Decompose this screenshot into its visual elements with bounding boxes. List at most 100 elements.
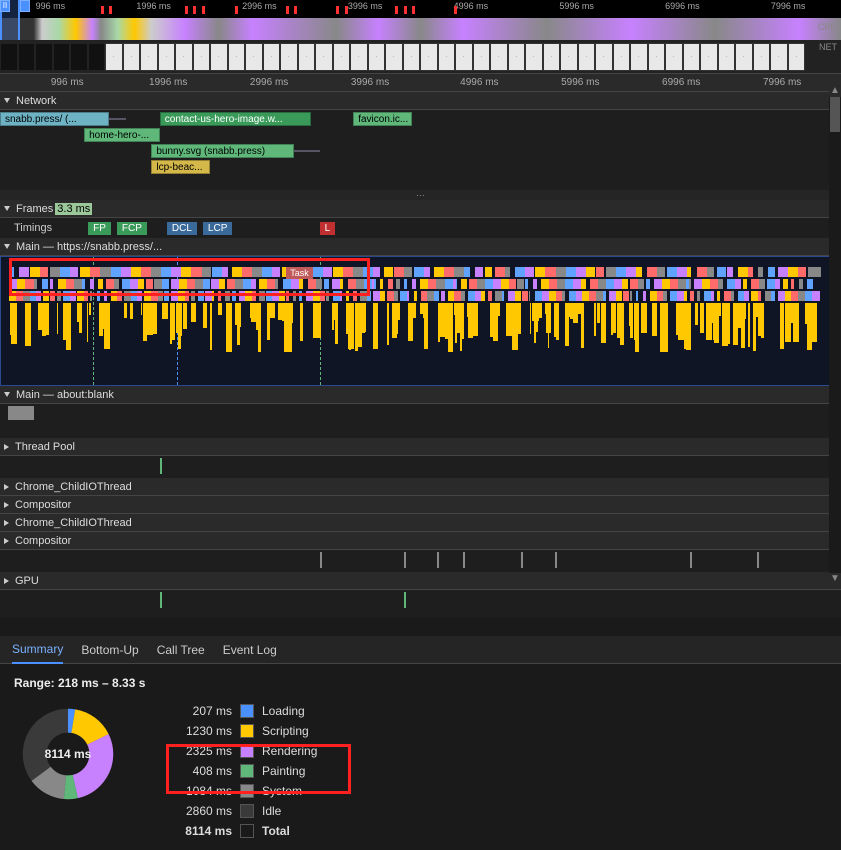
timing-badge-lcp[interactable]: LCP bbox=[203, 222, 232, 235]
frame-thumbnail[interactable]: · bbox=[210, 43, 228, 71]
timing-badge-fp[interactable]: FP bbox=[88, 222, 111, 235]
legend-row-scripting[interactable]: 1230 msScripting bbox=[176, 724, 317, 738]
frame-thumbnail[interactable]: · bbox=[508, 43, 526, 71]
section-header-frames[interactable]: Frames 3.3 ms bbox=[0, 200, 841, 218]
long-task-markers bbox=[0, 6, 841, 10]
frame-thumbnail[interactable]: · bbox=[315, 43, 333, 71]
chevron-down-icon bbox=[4, 244, 10, 249]
network-bar[interactable]: home-hero-... bbox=[84, 128, 160, 142]
summary-panel: Range: 218 ms – 8.33 s 8114 ms 207 msLoa… bbox=[0, 664, 841, 850]
range-handle-left[interactable]: II bbox=[0, 0, 10, 12]
frame-thumbnail[interactable]: · bbox=[613, 43, 631, 71]
track-compositor-2[interactable] bbox=[0, 550, 841, 572]
track-main-blank[interactable] bbox=[0, 404, 841, 438]
frame-thumbnail[interactable]: · bbox=[385, 43, 403, 71]
summary-tabs: Summary Bottom-Up Call Tree Event Log bbox=[0, 636, 841, 664]
tab-event-log[interactable]: Event Log bbox=[223, 637, 277, 663]
scroll-arrow-up-icon[interactable]: ▲ bbox=[829, 85, 841, 97]
frame-thumbnail[interactable]: · bbox=[648, 43, 666, 71]
timing-badge-l[interactable]: L bbox=[320, 222, 336, 235]
net-label: NET bbox=[819, 42, 837, 52]
frame-thumbnail[interactable]: · bbox=[175, 43, 193, 71]
frame-thumbnail[interactable]: · bbox=[263, 43, 281, 71]
section-header-network[interactable]: Network bbox=[0, 92, 841, 110]
track-resizer[interactable]: ⋯ bbox=[0, 190, 841, 200]
frame-thumbnail[interactable]: · bbox=[560, 43, 578, 71]
frame-thumbnail[interactable]: · bbox=[245, 43, 263, 71]
scrollbar-thumb[interactable] bbox=[830, 97, 840, 132]
legend-row-total: 8114 msTotal bbox=[176, 824, 317, 838]
frame-thumbnail[interactable]: · bbox=[473, 43, 491, 71]
frame-thumbnail[interactable]: · bbox=[578, 43, 596, 71]
chevron-right-icon bbox=[4, 444, 9, 450]
section-header-child-io-1[interactable]: Chrome_ChildIOThread bbox=[0, 478, 841, 496]
frame-thumbnail[interactable]: · bbox=[735, 43, 753, 71]
timing-badge-dcl[interactable]: DCL bbox=[167, 222, 197, 235]
network-bar[interactable]: bunny.svg (snabb.press) bbox=[151, 144, 294, 158]
frame-thumbnail[interactable]: · bbox=[140, 43, 158, 71]
frame-thumbnail[interactable]: · bbox=[158, 43, 176, 71]
time-ruler: 996 ms 1996 ms 2996 ms 3996 ms 4996 ms 5… bbox=[0, 74, 841, 92]
tab-bottom-up[interactable]: Bottom-Up bbox=[81, 637, 138, 663]
frame-thumbnail[interactable]: · bbox=[333, 43, 351, 71]
chevron-right-icon bbox=[4, 520, 9, 526]
frame-thumbnail[interactable]: · bbox=[770, 43, 788, 71]
frame-thumbnail[interactable]: · bbox=[788, 43, 806, 71]
cpu-label: CPU bbox=[818, 22, 837, 32]
network-bar[interactable]: snabb.press/ (... bbox=[0, 112, 109, 126]
section-header-child-io-2[interactable]: Chrome_ChildIOThread bbox=[0, 514, 841, 532]
timing-badge-fcp[interactable]: FCP bbox=[117, 222, 147, 235]
chevron-down-icon bbox=[4, 98, 10, 103]
section-header-main[interactable]: Main — https://snabb.press/... bbox=[0, 238, 841, 256]
frame-thumbnail[interactable]: · bbox=[718, 43, 736, 71]
frame-thumbnail[interactable]: · bbox=[543, 43, 561, 71]
network-track[interactable]: snabb.press/ (... contact-us-hero-image.… bbox=[0, 110, 841, 190]
frame-thumbnail[interactable]: · bbox=[403, 43, 421, 71]
frame-thumbnail[interactable]: · bbox=[105, 43, 123, 71]
network-bar[interactable]: lcp-beac... bbox=[151, 160, 210, 174]
frame-thumbnail[interactable]: · bbox=[368, 43, 386, 71]
chevron-right-icon bbox=[4, 538, 9, 544]
track-gpu[interactable] bbox=[0, 590, 841, 618]
range-handle-right[interactable] bbox=[20, 0, 30, 12]
section-header-compositor-1[interactable]: Compositor bbox=[0, 496, 841, 514]
frame-thumbnail[interactable]: · bbox=[350, 43, 368, 71]
frame-thumbnail[interactable]: · bbox=[595, 43, 613, 71]
section-header-main-blank[interactable]: Main — about:blank bbox=[0, 386, 841, 404]
frame-thumbnail[interactable]: · bbox=[280, 43, 298, 71]
frame-thumbnail[interactable]: · bbox=[525, 43, 543, 71]
tab-call-tree[interactable]: Call Tree bbox=[157, 637, 205, 663]
range-text: Range: 218 ms – 8.33 s bbox=[14, 676, 827, 690]
main-thread-flame[interactable]: const cols=["b","p","","r","gr"]; for(le… bbox=[0, 256, 841, 386]
scrollbar[interactable]: ▲ ▼ bbox=[829, 85, 841, 585]
track-thread-pool[interactable] bbox=[0, 456, 841, 478]
frames-filmstrip[interactable]: for(let i=0;i<40;i++)document.write('<di… bbox=[0, 40, 841, 74]
legend-row-idle[interactable]: 2860 msIdle bbox=[176, 804, 317, 818]
frame-thumbnail[interactable]: · bbox=[123, 43, 141, 71]
chevron-right-icon bbox=[4, 578, 9, 584]
frame-thumbnail[interactable]: · bbox=[438, 43, 456, 71]
section-header-gpu[interactable]: GPU bbox=[0, 572, 841, 590]
summary-legend: 207 msLoading 1230 msScripting 2325 msRe… bbox=[176, 704, 317, 838]
network-bar[interactable]: contact-us-hero-image.w... bbox=[160, 112, 311, 126]
tab-summary[interactable]: Summary bbox=[12, 636, 63, 664]
section-header-thread-pool[interactable]: Thread Pool bbox=[0, 438, 841, 456]
section-header-compositor-2[interactable]: Compositor bbox=[0, 532, 841, 550]
frame-thumbnail[interactable]: · bbox=[490, 43, 508, 71]
legend-row-loading[interactable]: 207 msLoading bbox=[176, 704, 317, 718]
frame-thumbnail[interactable]: · bbox=[455, 43, 473, 71]
scroll-arrow-down-icon[interactable]: ▼ bbox=[829, 573, 841, 585]
frame-thumbnail[interactable]: · bbox=[683, 43, 701, 71]
frame-thumbnail[interactable]: · bbox=[228, 43, 246, 71]
frame-thumbnail[interactable]: · bbox=[700, 43, 718, 71]
frame-thumbnail[interactable]: · bbox=[665, 43, 683, 71]
timings-row: Timings FP FCP DCL LCP L bbox=[0, 218, 841, 238]
frame-thumbnail[interactable]: · bbox=[298, 43, 316, 71]
overview-timeline[interactable]: 996 ms1996 ms 2996 ms3996 ms 4996 ms5996… bbox=[0, 0, 841, 40]
frame-thumbnail[interactable]: · bbox=[193, 43, 211, 71]
task-label[interactable]: Task bbox=[286, 267, 313, 279]
frame-thumbnail[interactable]: · bbox=[753, 43, 771, 71]
frame-thumbnail[interactable]: · bbox=[630, 43, 648, 71]
network-bar[interactable]: favicon.ic... bbox=[353, 112, 412, 126]
frame-thumbnail[interactable]: · bbox=[420, 43, 438, 71]
